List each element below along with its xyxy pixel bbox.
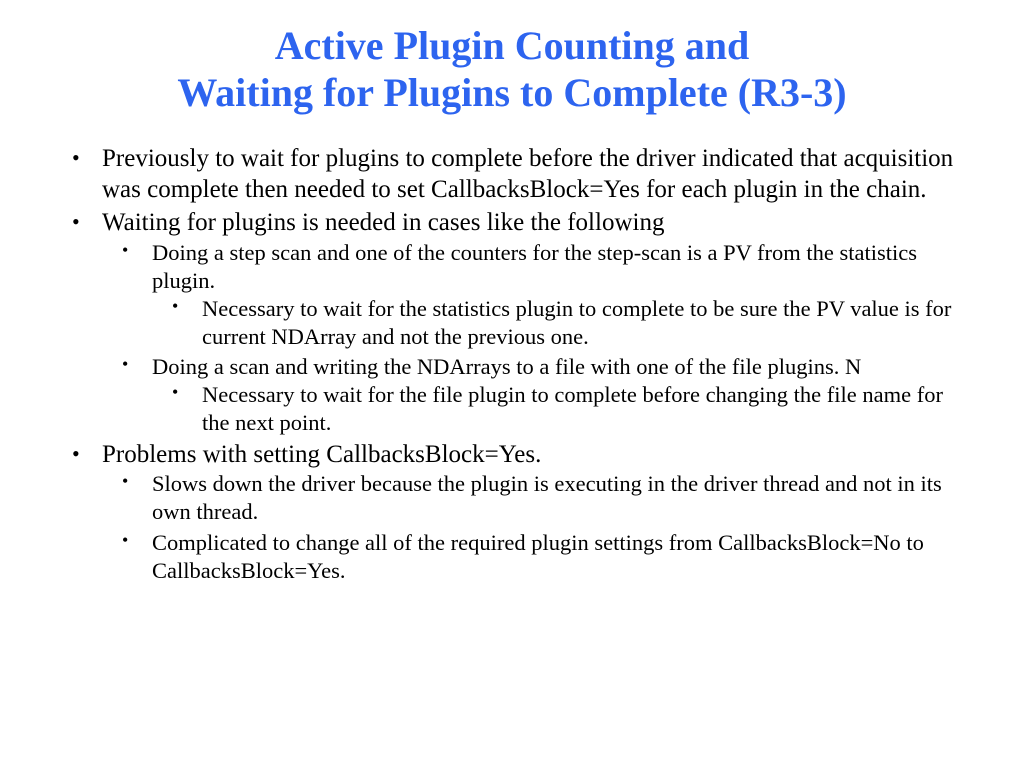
bullet-text: Necessary to wait for the statistics plu… [202,296,951,349]
list-item: Slows down the driver because the plugin… [102,470,974,526]
bullet-text: Doing a scan and writing the NDArrays to… [152,354,861,379]
list-item: Doing a scan and writing the NDArrays to… [102,353,974,437]
bullet-text: Previously to wait for plugins to comple… [102,145,953,203]
list-item: Complicated to change all of the require… [102,529,974,585]
slide: Active Plugin Counting and Waiting for P… [0,0,1024,768]
bullet-sublist: Slows down the driver because the plugin… [102,470,974,585]
bullet-sublist: Necessary to wait for the file plugin to… [152,381,974,437]
bullet-text: Problems with setting CallbacksBlock=Yes… [102,441,541,468]
title-line-1: Active Plugin Counting and [275,23,750,68]
slide-title: Active Plugin Counting and Waiting for P… [50,22,974,116]
bullet-text: Slows down the driver because the plugin… [152,471,942,524]
bullet-sublist: Necessary to wait for the statistics plu… [152,295,974,351]
bullet-text: Doing a step scan and one of the counter… [152,240,917,293]
bullet-text: Waiting for plugins is needed in cases l… [102,209,664,236]
list-item: Necessary to wait for the file plugin to… [152,381,974,437]
list-item: Problems with setting CallbacksBlock=Yes… [50,440,974,585]
bullet-text: Complicated to change all of the require… [152,530,924,583]
list-item: Doing a step scan and one of the counter… [102,239,974,352]
list-item: Previously to wait for plugins to comple… [50,144,974,206]
list-item: Waiting for plugins is needed in cases l… [50,208,974,438]
list-item: Necessary to wait for the statistics plu… [152,295,974,351]
bullet-list: Previously to wait for plugins to comple… [50,144,974,584]
bullet-text: Necessary to wait for the file plugin to… [202,382,943,435]
title-line-2: Waiting for Plugins to Complete (R3-3) [177,70,846,115]
bullet-sublist: Doing a step scan and one of the counter… [102,239,974,438]
